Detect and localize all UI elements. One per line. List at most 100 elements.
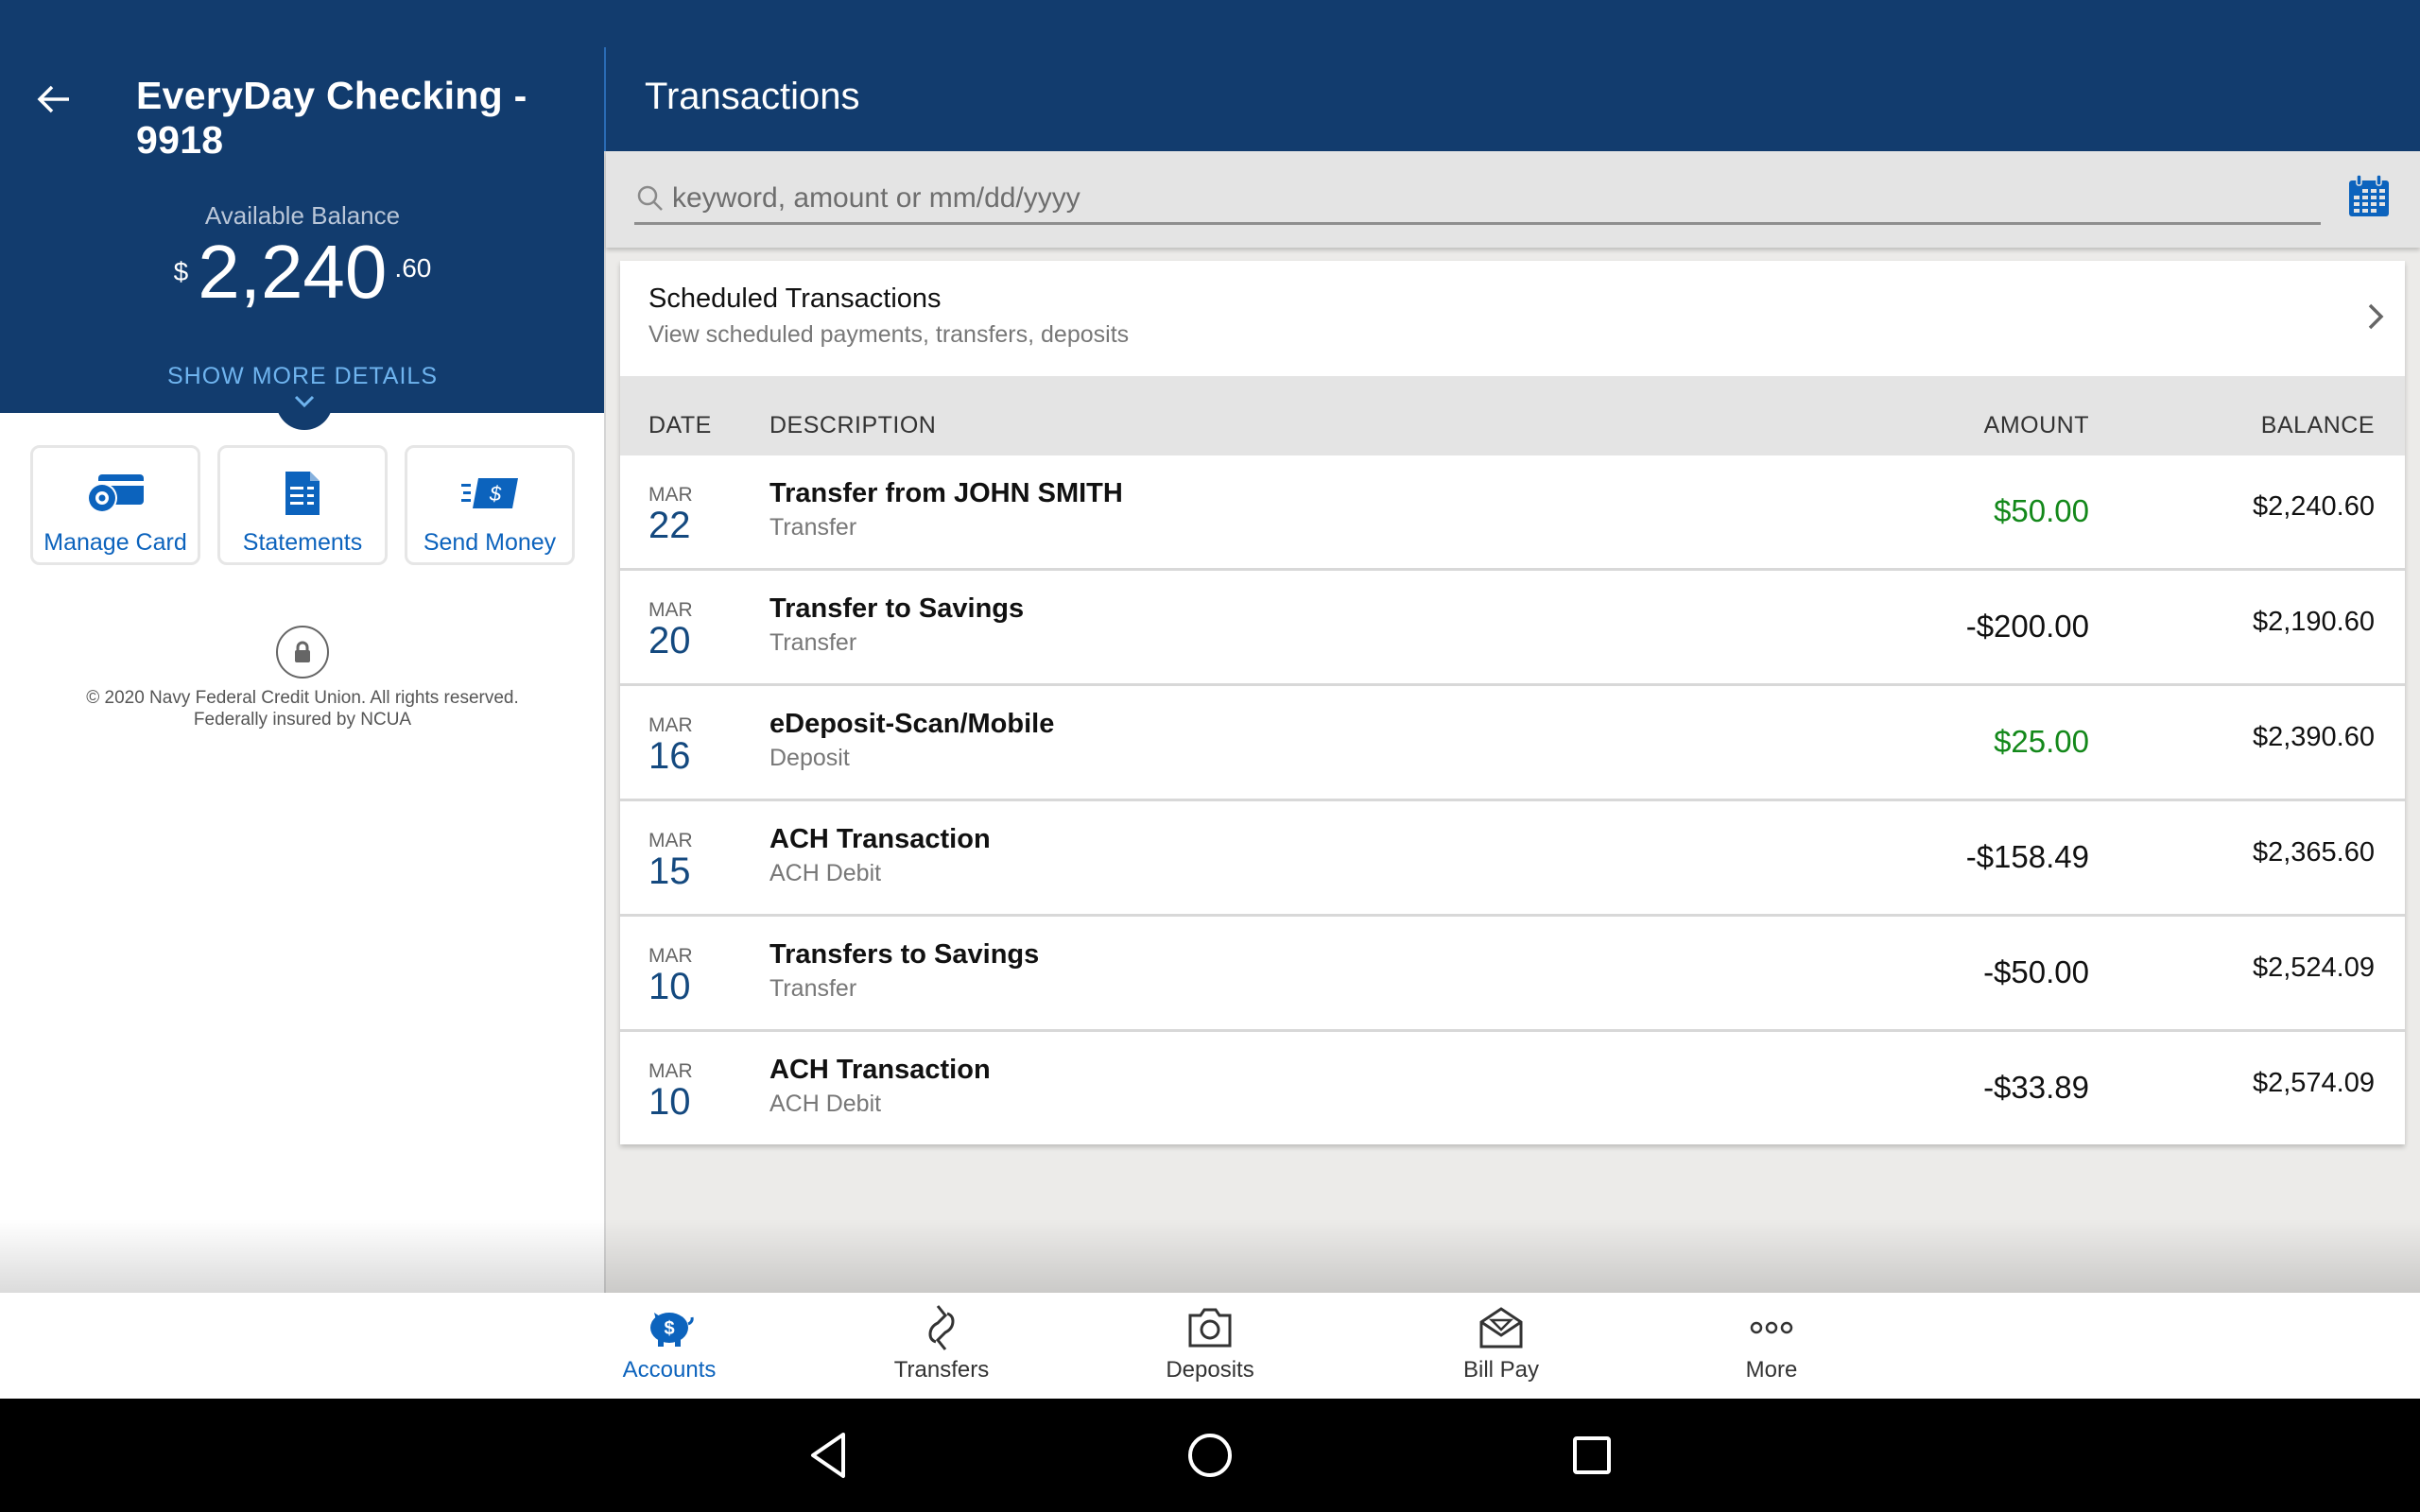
transaction-amount: -$158.49 xyxy=(1965,839,2089,874)
chevron-down-icon xyxy=(294,395,315,408)
back-arrow-icon xyxy=(37,85,69,113)
transaction-row[interactable]: MAR 20 Transfer to Savings Transfer -$200.00… xyxy=(620,571,2405,686)
balance-currency: $ xyxy=(173,257,189,286)
transaction-balance: $2,390.60 xyxy=(2252,722,2375,752)
transactions-table-header: DATE DESCRIPTION AMOUNT BALANCE xyxy=(620,376,2405,455)
nav-more-label: More xyxy=(1745,1357,1798,1383)
ncua-text: Federally insured by NCUA xyxy=(193,710,412,730)
transaction-amount: -$50.00 xyxy=(1983,954,2089,989)
transaction-description: ACH Transaction xyxy=(769,824,991,854)
account-summary-panel: EveryDay Checking - 9918 Available Balan… xyxy=(0,0,605,1293)
nav-bill-pay-label: Bill Pay xyxy=(1462,1357,1540,1383)
transfer-arrows-icon xyxy=(928,1305,955,1350)
manage-card-label: Manage Card xyxy=(43,529,187,556)
transaction-balance: $2,365.60 xyxy=(2252,837,2375,868)
account-header: EveryDay Checking - 9918 Available Balan… xyxy=(0,0,605,413)
transaction-row[interactable]: MAR 22 Transfer from JOHN SMITH Transfer $50… xyxy=(620,455,2405,571)
manage-card-button[interactable]: Manage Card xyxy=(30,445,200,565)
search-field[interactable] xyxy=(634,174,2321,225)
column-header-balance: BALANCE xyxy=(2260,412,2375,438)
security-lock-badge xyxy=(276,626,329,679)
scheduled-transactions-link[interactable]: Scheduled Transactions View scheduled pa… xyxy=(620,261,2405,376)
nav-transfers-label: Transfers xyxy=(893,1357,990,1383)
svg-text:$: $ xyxy=(489,482,502,506)
show-more-details-link[interactable]: SHOW MORE DETAILS xyxy=(0,363,605,390)
transactions-card: Scheduled Transactions View scheduled pa… xyxy=(620,261,2405,1144)
transaction-row[interactable]: MAR 10 ACH Transaction ACH Debit -$33.89 $2,5… xyxy=(620,1032,2405,1144)
column-header-description: DESCRIPTION xyxy=(769,412,937,438)
transaction-day: 10 xyxy=(648,1081,691,1123)
calendar-filter-button[interactable] xyxy=(2347,174,2391,217)
transaction-row[interactable]: MAR 15 ACH Transaction ACH Debit -$158.49 $2,… xyxy=(620,801,2405,917)
transaction-type: ACH Debit xyxy=(769,1091,882,1117)
square-recents-icon xyxy=(1573,1436,1611,1474)
chevron-right-icon xyxy=(2368,303,2384,330)
copyright-text: © 2020 Navy Federal Credit Union. All ri… xyxy=(86,688,519,708)
transaction-day: 22 xyxy=(648,505,691,546)
transaction-row[interactable]: MAR 10 Transfers to Savings Transfer -$50.00… xyxy=(620,917,2405,1032)
nav-accounts-label: Accounts xyxy=(622,1357,717,1383)
account-title: EveryDay Checking - 9918 xyxy=(136,74,527,162)
balance-whole: 2,240 xyxy=(198,230,388,314)
transaction-day: 16 xyxy=(648,735,691,777)
send-money-label: Send Money xyxy=(423,529,557,556)
bottom-navigation: $ Accounts Transfers Deposits Bill Pay M… xyxy=(0,1293,2420,1399)
circle-home-icon xyxy=(1188,1434,1232,1477)
lock-icon xyxy=(295,641,310,662)
transaction-description: eDeposit-Scan/Mobile xyxy=(769,709,1055,739)
column-header-amount: AMOUNT xyxy=(1983,412,2089,438)
transaction-type: Transfer xyxy=(769,629,857,656)
statements-button[interactable]: Statements xyxy=(217,445,388,565)
envelope-icon xyxy=(1479,1307,1523,1349)
nav-bill-pay[interactable]: Bill Pay xyxy=(1407,1293,1596,1399)
nav-deposits[interactable]: Deposits xyxy=(1115,1293,1305,1399)
transaction-row[interactable]: MAR 16 eDeposit-Scan/Mobile Deposit $25.00 $2… xyxy=(620,686,2405,801)
transaction-description: Transfers to Savings xyxy=(769,939,1040,970)
transaction-month: MAR xyxy=(648,945,693,967)
calendar-icon xyxy=(2349,174,2389,216)
transaction-balance: $2,190.60 xyxy=(2252,607,2375,637)
transactions-list: MAR 22 Transfer from JOHN SMITH Transfer $50… xyxy=(620,455,2405,1144)
transaction-month: MAR xyxy=(648,714,693,736)
statement-document-icon xyxy=(285,472,320,515)
search-bar xyxy=(606,151,2420,248)
scheduled-subtitle: View scheduled payments, transfers, depo… xyxy=(648,321,1130,348)
search-icon xyxy=(637,185,663,211)
show-more-details-toggle[interactable] xyxy=(276,387,333,430)
transaction-type: ACH Debit xyxy=(769,860,882,886)
transactions-panel: Transactions S xyxy=(606,0,2420,1293)
statements-label: Statements xyxy=(242,529,363,556)
system-back-button[interactable] xyxy=(798,1425,858,1486)
transaction-amount: -$33.89 xyxy=(1983,1070,2089,1105)
transaction-type: Transfer xyxy=(769,514,857,541)
transaction-description: Transfer from JOHN SMITH xyxy=(769,478,1123,508)
more-dots-icon xyxy=(1750,1321,1793,1334)
camera-icon xyxy=(1188,1308,1232,1348)
column-header-date: DATE xyxy=(648,412,712,438)
system-recents-button[interactable] xyxy=(1562,1425,1622,1486)
transaction-month: MAR xyxy=(648,830,693,851)
transaction-balance: $2,524.09 xyxy=(2252,953,2375,983)
system-home-button[interactable] xyxy=(1180,1425,1240,1486)
svg-text:$: $ xyxy=(664,1318,674,1339)
transaction-month: MAR xyxy=(648,484,693,506)
triangle-back-icon xyxy=(811,1433,845,1478)
send-money-icon: $ xyxy=(461,478,518,508)
piggy-bank-icon: $ xyxy=(650,1313,694,1347)
send-money-button[interactable]: $ Send Money xyxy=(405,445,575,565)
transactions-title: Transactions xyxy=(645,76,860,117)
transaction-day: 15 xyxy=(648,850,691,892)
search-input[interactable] xyxy=(672,181,2279,215)
nav-transfers[interactable]: Transfers xyxy=(847,1293,1036,1399)
transaction-type: Transfer xyxy=(769,975,857,1002)
available-balance: $ 2,240 .60 xyxy=(0,231,605,314)
back-button[interactable] xyxy=(28,74,79,125)
nav-accounts[interactable]: $ Accounts xyxy=(575,1293,764,1399)
balance-cents: .60 xyxy=(394,253,432,283)
system-navigation-bar xyxy=(0,1399,2420,1512)
available-balance-label: Available Balance xyxy=(204,201,401,230)
transaction-type: Deposit xyxy=(769,745,850,771)
transaction-month: MAR xyxy=(648,1060,693,1082)
nav-more[interactable]: More xyxy=(1677,1293,1866,1399)
nav-deposits-label: Deposits xyxy=(1166,1357,1254,1383)
